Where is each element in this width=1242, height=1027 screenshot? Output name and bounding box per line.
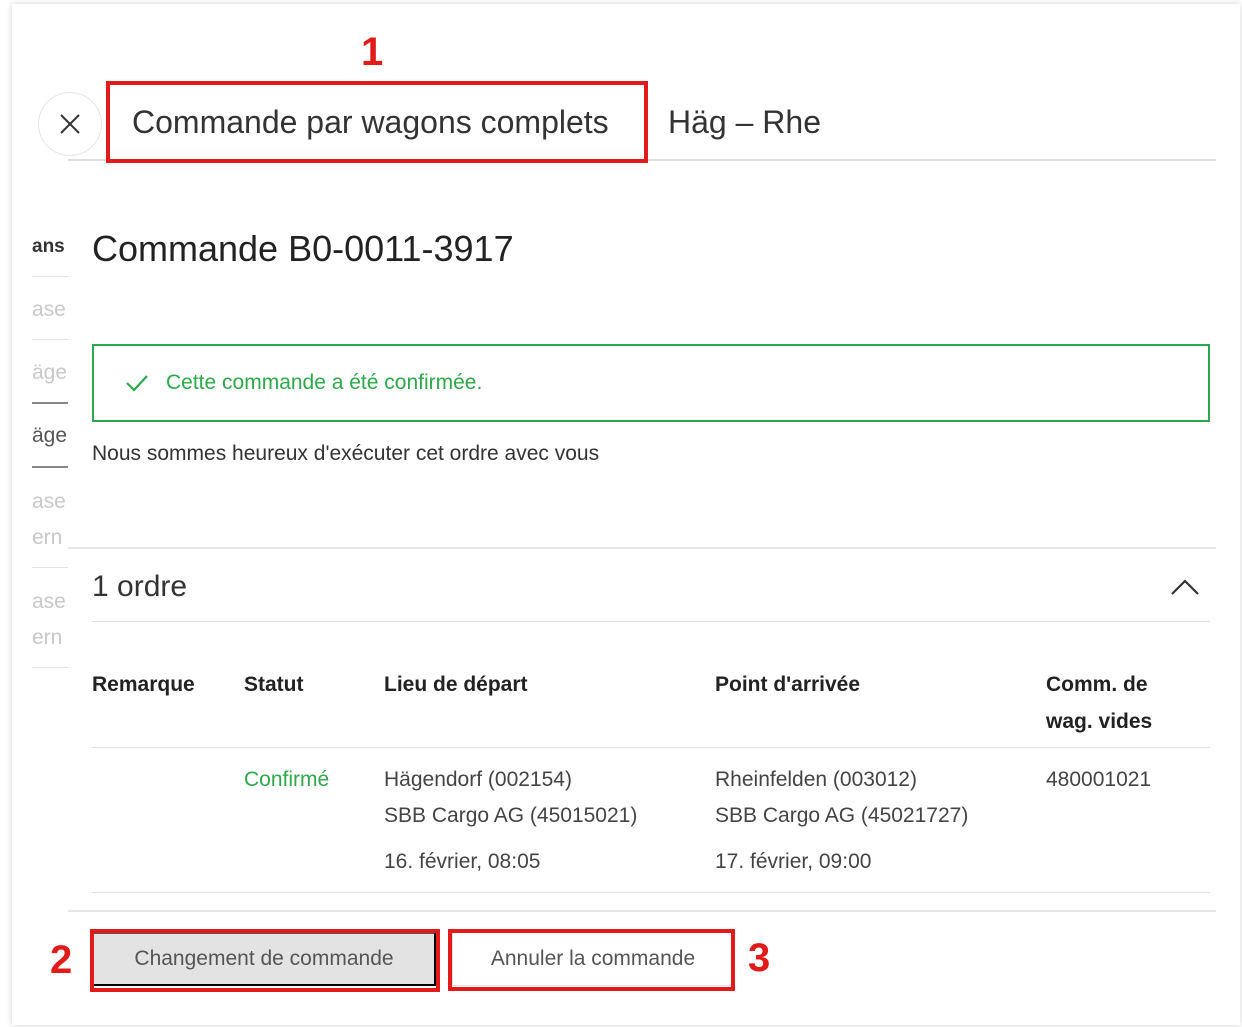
background-divider [32,402,72,404]
background-list-item: ase [32,490,66,513]
status-badge: Confirmé [244,768,330,791]
section-divider [68,547,1216,549]
cell-departure-place: Hägendorf (002154) [384,768,572,791]
background-divider [32,567,72,568]
column-header-empty-wagons: Comm. de wag. vides [1046,673,1153,733]
table-header-divider [92,747,1210,748]
background-list: ans ase äge äge ase ern ase ern [12,4,72,1025]
close-icon [60,114,80,134]
chevron-up-icon[interactable] [1168,572,1202,602]
annotation-box-3 [448,929,735,991]
background-list-item: ern [32,626,63,649]
column-header-remark: Remarque [92,673,195,696]
close-button[interactable] [38,92,102,156]
background-list-item: äge [32,361,68,384]
orders-section-title[interactable]: 1 ordre [92,570,187,604]
column-header-arrival: Point d'arrivée [715,673,861,696]
confirmation-notice: Cette commande a été confirmée. [92,344,1210,422]
cell-departure-company: SBB Cargo AG (45015021) [384,804,638,827]
background-list-item: ase [32,298,66,321]
confirmation-message: Nous sommes heureux d'exécuter cet ordre… [92,442,600,465]
background-divider [32,466,72,468]
footer-divider [68,910,1216,912]
annotation-number-2: 2 [50,938,73,982]
confirmation-text: Cette commande a été confirmée. [166,371,483,394]
background-divider [32,339,72,340]
annotation-number-1: 1 [361,30,384,74]
order-title: Commande B0-0011-3917 [92,228,514,269]
section-divider [92,621,1210,622]
column-header-status: Statut [244,673,304,696]
column-header-departure: Lieu de départ [384,673,528,696]
cell-departure-time: 16. février, 08:05 [384,850,541,873]
background-list-item: äge [32,424,68,447]
background-divider [32,276,72,277]
cell-empty-wagon-order: 480001021 [1046,768,1152,791]
cell-arrival-company: SBB Cargo AG (45021727) [715,804,969,827]
checkmark-icon [126,375,148,392]
background-list-item: ans [32,236,65,257]
background-list-item: ase [32,590,66,613]
table-row-divider [92,892,1210,893]
cell-arrival-time: 17. février, 09:00 [715,850,872,873]
route-label: Häg – Rhe [668,104,821,140]
annotation-box-2 [90,929,440,992]
cell-arrival-place: Rheinfelden (003012) [715,768,917,791]
background-divider [32,667,72,668]
annotation-box-1 [106,81,648,163]
background-list-item: ern [32,526,63,549]
annotation-number-3: 3 [748,936,771,980]
